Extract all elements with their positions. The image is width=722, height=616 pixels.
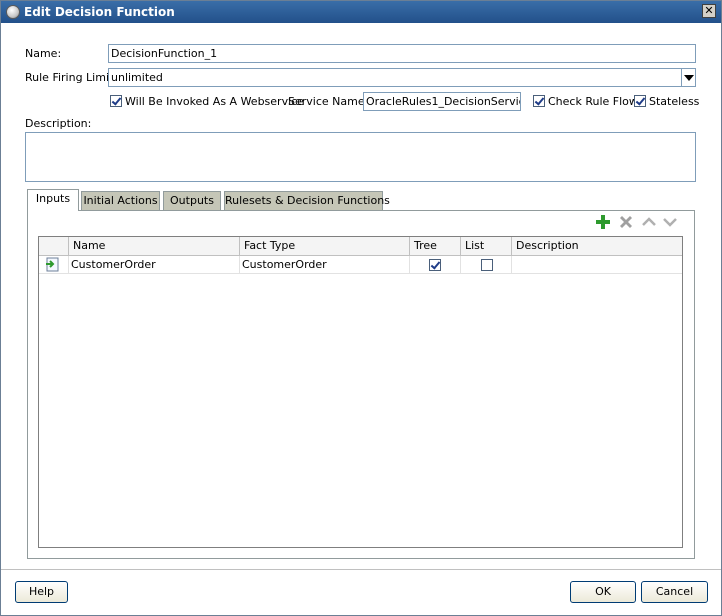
description-label: Description: (25, 117, 92, 130)
check-rule-flow-label: Check Rule Flow (548, 95, 638, 108)
description-cell[interactable] (512, 256, 682, 274)
fact-input-icon (46, 257, 59, 272)
delete-x-icon[interactable] (618, 214, 634, 230)
row-icon-cell (39, 256, 69, 274)
rule-firing-limit-value: unlimited (111, 71, 163, 84)
input-name-cell[interactable]: CustomerOrder (69, 256, 240, 274)
tab-outputs[interactable]: Outputs (163, 191, 221, 210)
service-name-label: Service Name: (288, 95, 369, 108)
webservice-checkbox[interactable] (110, 95, 122, 107)
ok-button[interactable]: OK (570, 581, 636, 603)
column-header-fact-type[interactable]: Fact Type (240, 237, 410, 256)
app-icon (6, 5, 20, 19)
rule-firing-limit-combo[interactable]: unlimited (108, 68, 696, 87)
tab-rulesets-decision-functions[interactable]: Rulesets & Decision Functions (224, 191, 390, 210)
tab-inputs[interactable]: Inputs (27, 189, 79, 211)
column-header-tree[interactable]: Tree (410, 237, 461, 256)
column-header-list[interactable]: List (461, 237, 512, 256)
list-cell (461, 256, 512, 274)
rule-firing-limit-label: Rule Firing Limit: (25, 71, 118, 84)
tree-cell (410, 256, 461, 274)
plus-icon[interactable] (595, 214, 611, 230)
webservice-label: Will Be Invoked As A Webservice (125, 95, 304, 108)
name-field[interactable]: DecisionFunction_1 (108, 44, 696, 63)
description-field[interactable] (25, 132, 696, 182)
inputs-table: Name Fact Type Tree List Description Cus… (38, 236, 683, 548)
move-down-icon[interactable] (662, 214, 678, 230)
tree-checkbox[interactable] (429, 259, 441, 271)
cancel-button[interactable]: Cancel (641, 581, 708, 603)
title-bar[interactable]: Edit Decision Function ✕ (1, 1, 721, 23)
chevron-down-icon[interactable] (681, 69, 695, 86)
column-header-description[interactable]: Description (512, 237, 682, 256)
name-label: Name: (25, 47, 62, 60)
stateless-checkbox[interactable] (634, 95, 646, 107)
check-rule-flow-checkbox[interactable] (533, 95, 545, 107)
fact-type-cell[interactable]: CustomerOrder (240, 256, 410, 274)
button-bar-separator (1, 569, 721, 570)
close-button[interactable]: ✕ (702, 4, 716, 18)
tab-initial-actions[interactable]: Initial Actions (81, 191, 160, 210)
window-title: Edit Decision Function (24, 5, 175, 19)
column-header-name[interactable]: Name (69, 237, 240, 256)
list-checkbox[interactable] (481, 259, 493, 271)
edit-decision-function-dialog: Edit Decision Function ✕ Name: DecisionF… (0, 0, 722, 616)
stateless-label: Stateless (649, 95, 700, 108)
row-icon-column-header (39, 237, 69, 256)
close-icon: ✕ (704, 4, 714, 17)
move-up-icon[interactable] (641, 214, 657, 230)
help-button[interactable]: Help (15, 581, 68, 603)
service-name-field[interactable]: OracleRules1_DecisionService_1 (363, 92, 521, 111)
